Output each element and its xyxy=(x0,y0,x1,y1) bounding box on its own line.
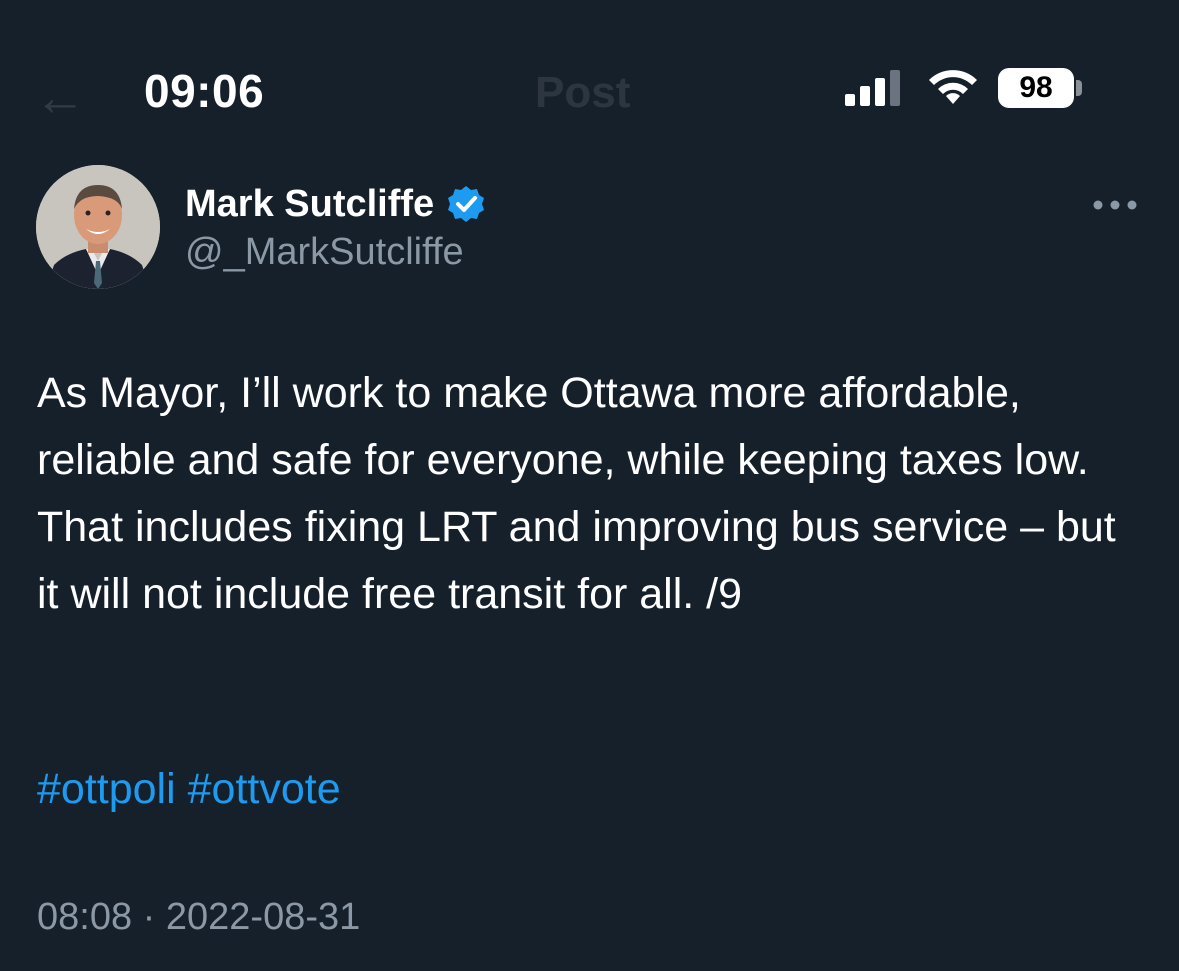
timestamp-separator: · xyxy=(142,896,156,938)
battery-level: 98 xyxy=(998,68,1074,108)
battery-cap xyxy=(1076,80,1082,96)
verified-badge-icon xyxy=(448,186,485,222)
tweet-text: As Mayor, I’ll work to make Ottawa more … xyxy=(37,369,1116,618)
avatar-portrait-icon xyxy=(36,165,160,289)
hashtag-link[interactable]: #ottpoli xyxy=(37,765,176,813)
wifi-icon xyxy=(929,70,977,104)
tweet-time: 08:08 xyxy=(37,896,133,938)
back-arrow-icon[interactable]: ← xyxy=(34,68,94,128)
tweet-timestamp[interactable]: 08:08 · 2022-08-31 xyxy=(37,896,360,939)
author-handle[interactable]: @_MarkSutcliffe xyxy=(185,231,464,274)
battery-icon: 98 xyxy=(998,68,1084,108)
signal-icon xyxy=(845,70,900,106)
status-time: 09:06 xyxy=(144,65,265,117)
more-options-icon[interactable] xyxy=(1090,190,1140,220)
nav-title: Post xyxy=(535,68,631,117)
hashtag-link[interactable]: #ottvote xyxy=(188,765,341,813)
tweet-hashtags: #ottpoli #ottvote xyxy=(37,756,341,823)
tweet-date: 2022-08-31 xyxy=(165,896,361,938)
status-bar: ← Post 09:06 98 xyxy=(0,0,1179,160)
author-display-name[interactable]: Mark Sutcliffe xyxy=(185,183,434,226)
avatar[interactable] xyxy=(36,165,160,289)
author-name-row[interactable]: Mark Sutcliffe xyxy=(185,180,486,228)
